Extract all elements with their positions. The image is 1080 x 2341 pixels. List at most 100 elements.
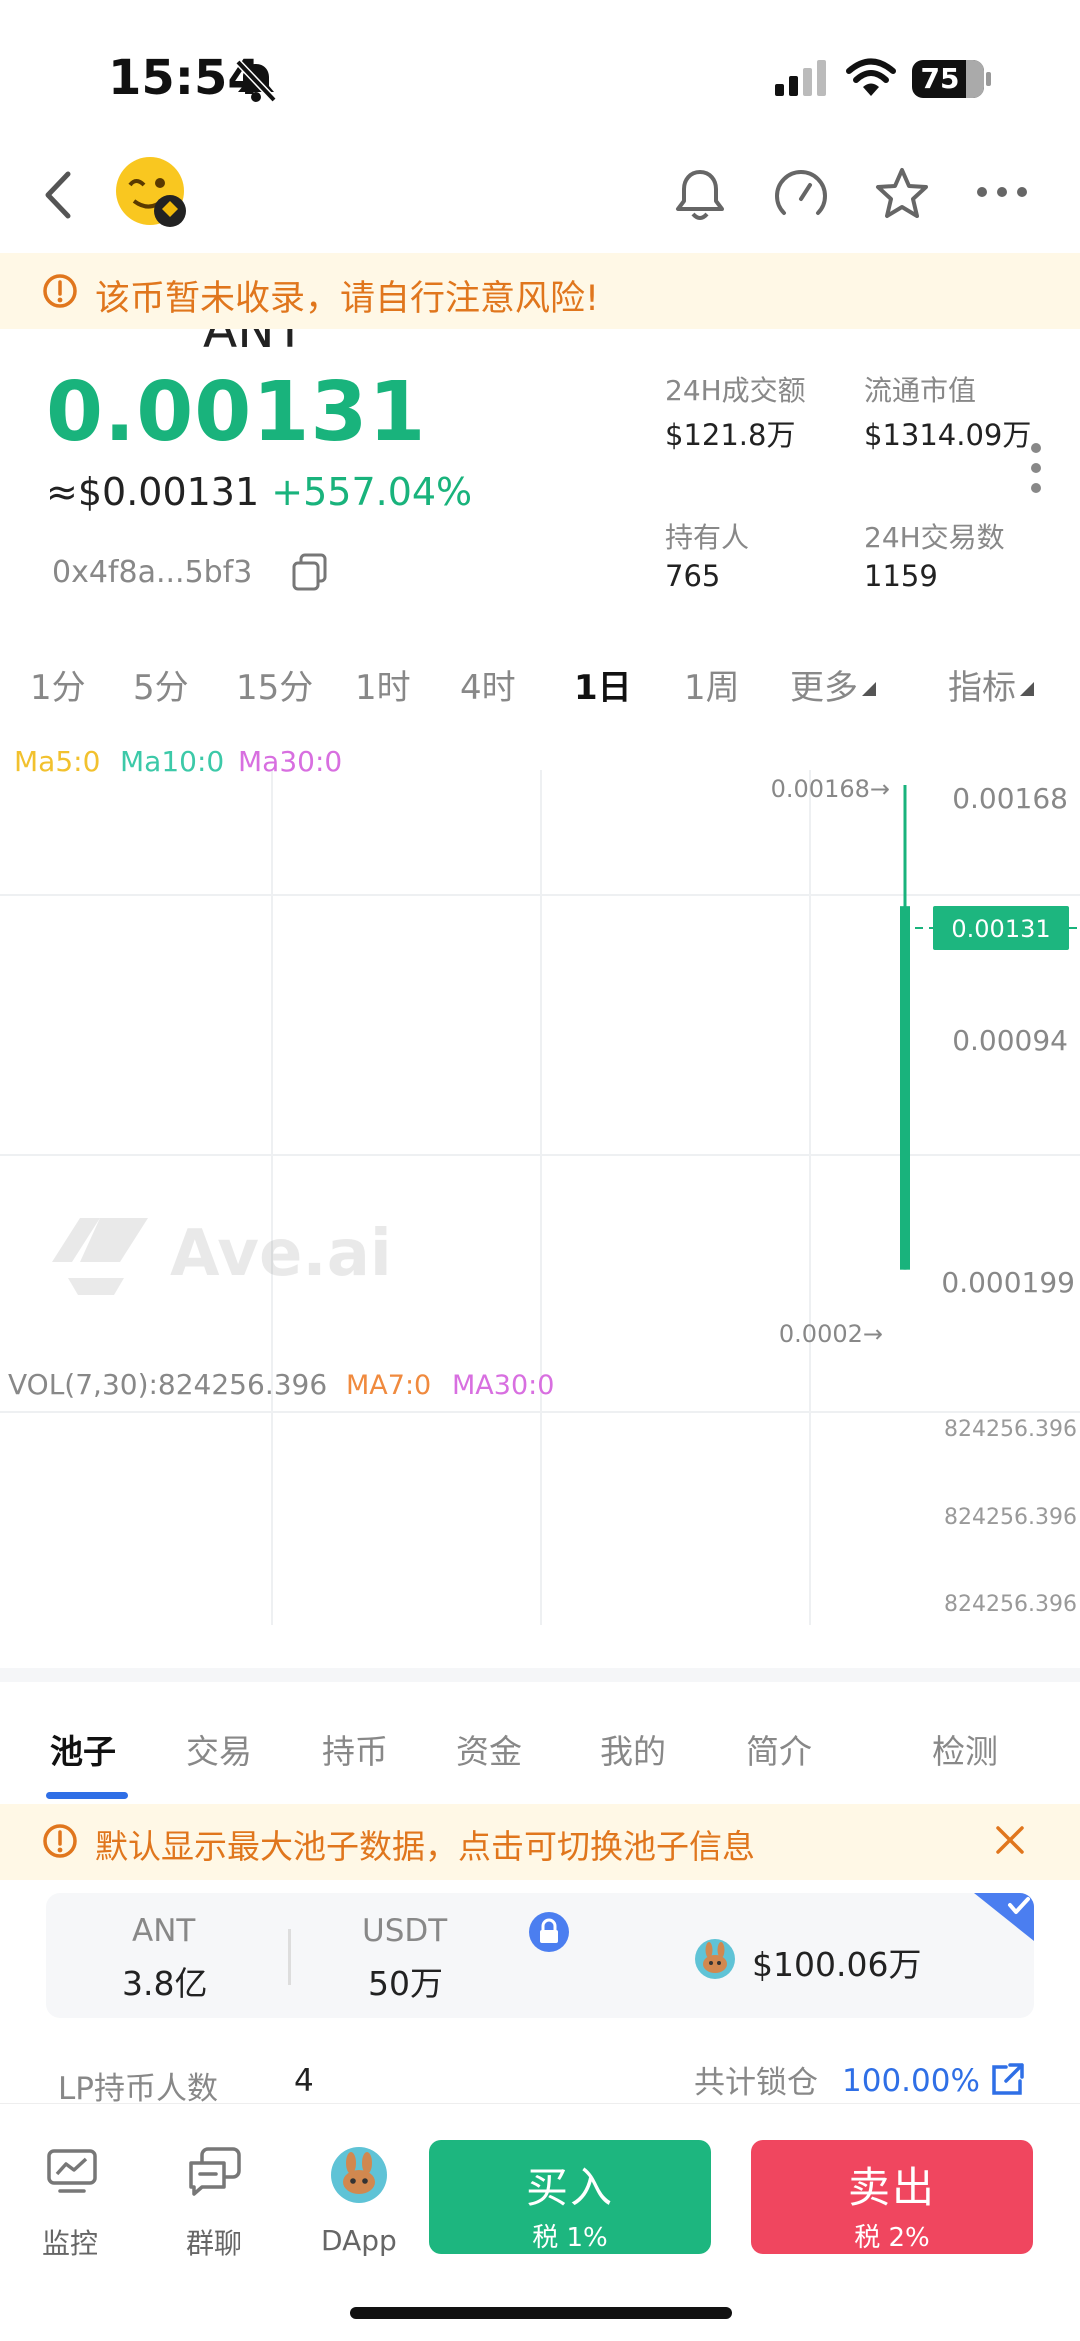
- tab-check[interactable]: 检测: [932, 1725, 998, 1773]
- volume-axis-label: 824256.396: [944, 1417, 1077, 1442]
- timeframe-1w[interactable]: 1周: [684, 660, 740, 709]
- pool-token-a: ANT: [132, 1913, 196, 1949]
- timeframe-4h[interactable]: 4时: [460, 660, 516, 709]
- stat-value-volume: $121.8万: [665, 418, 796, 452]
- speedometer-icon[interactable]: [772, 167, 830, 225]
- candle-group: [900, 785, 910, 1270]
- timeframe-1h[interactable]: 1时: [355, 660, 411, 709]
- timeframe-5m[interactable]: 5分: [133, 660, 189, 709]
- back-icon[interactable]: [40, 170, 76, 220]
- tab-pool[interactable]: 池子: [50, 1725, 116, 1773]
- ma10-legend: Ma10:0: [120, 745, 225, 778]
- external-link-icon[interactable]: [988, 2061, 1026, 2099]
- current-price: 0.00131: [46, 365, 427, 460]
- watermark: Ave.ai: [52, 1217, 392, 1295]
- buy-label: 买入: [525, 2163, 614, 2212]
- tab-mine[interactable]: 我的: [600, 1725, 666, 1773]
- pool-notice-text: 默认显示最大池子数据，点击可切换池子信息: [95, 1827, 755, 1866]
- sell-label: 卖出: [847, 2163, 936, 2212]
- indicators-dropdown-icon: [1020, 682, 1034, 696]
- chat-icon[interactable]: [188, 2146, 242, 2196]
- high-marker: 0.00168→: [771, 775, 890, 803]
- status-bar: 15:54 75: [0, 0, 1080, 140]
- buy-button[interactable]: 买入 税 1%: [429, 2140, 711, 2254]
- more-icon[interactable]: [976, 184, 1028, 200]
- stat-label-volume: 24H成交额: [665, 374, 806, 407]
- indicators-button[interactable]: 指标: [948, 660, 1016, 709]
- dapp-icon[interactable]: [330, 2146, 388, 2204]
- sell-button[interactable]: 卖出 税 2%: [751, 2140, 1033, 2254]
- token-logo-icon: [116, 157, 186, 227]
- battery-tip: [986, 72, 991, 86]
- pool-token-b: USDT: [362, 1913, 448, 1949]
- lp-holders-label: LP持币人数: [58, 2071, 218, 2107]
- star-icon[interactable]: [872, 164, 932, 224]
- selected-check-icon: [974, 1893, 1034, 1941]
- low-marker: 0.0002→: [779, 1320, 883, 1348]
- usd-price-row: ≈$0.00131 +557.04%: [46, 470, 472, 514]
- warning-icon: [43, 274, 77, 308]
- candle-body: [900, 906, 910, 1270]
- y-axis-label: 0.00094: [952, 1024, 1068, 1057]
- sell-tax: 税 2%: [854, 2223, 930, 2253]
- alert-bell-icon[interactable]: [674, 166, 726, 222]
- volume-axis-label: 824256.396: [944, 1592, 1077, 1617]
- nav-dapp-label[interactable]: DApp: [321, 2224, 397, 2257]
- copy-icon[interactable]: [290, 552, 330, 592]
- signal-icon: [775, 60, 826, 96]
- monitor-icon[interactable]: [46, 2148, 98, 2194]
- y-axis-label: 0.000199: [941, 1266, 1075, 1299]
- lock-total-label: 共计锁仓: [694, 2065, 818, 2101]
- timeframe-1m[interactable]: 1分: [30, 660, 86, 709]
- pool-liquidity: $100.06万: [752, 1945, 922, 1984]
- timeframe-1d[interactable]: 1日: [574, 660, 632, 709]
- home-indicator[interactable]: [350, 2307, 732, 2319]
- current-price-tag-text: 0.00131: [951, 915, 1050, 943]
- buy-tax: 税 1%: [532, 2223, 608, 2253]
- lp-holders-count: 4: [294, 2063, 314, 2099]
- section-divider: [0, 1668, 1080, 1682]
- wifi-icon: [846, 58, 896, 96]
- stats-more-icon[interactable]: [1028, 442, 1044, 494]
- nav-monitor-label[interactable]: 监控: [42, 2222, 98, 2262]
- pool-amount-a: 3.8亿: [122, 1964, 208, 2003]
- pool-card[interactable]: ANT 3.8亿 USDT 50万 $100.06万: [46, 1893, 1034, 2018]
- info-icon: [43, 1824, 77, 1858]
- timeframe-more[interactable]: 更多: [790, 660, 858, 709]
- volume-ma7: MA7:0: [346, 1370, 431, 1401]
- close-icon[interactable]: [995, 1825, 1025, 1855]
- ma30-legend: Ma30:0: [238, 745, 343, 778]
- stat-label-market-cap: 流通市值: [864, 374, 977, 407]
- lock-total-value[interactable]: 100.00%: [842, 2063, 980, 2099]
- more-dropdown-icon: [862, 682, 876, 696]
- usd-price: ≈$0.00131: [46, 470, 260, 514]
- watermark-text: Ave.ai: [170, 1217, 392, 1291]
- volume-title: VOL(7,30):824256.396: [8, 1368, 327, 1401]
- stat-label-tx-count: 24H交易数: [864, 521, 1005, 554]
- pancakeswap-icon: [695, 1939, 735, 1979]
- volume-axis-label: 824256.396: [944, 1505, 1077, 1530]
- pool-amount-b: 50万: [368, 1964, 443, 2003]
- ma5-legend: Ma5:0: [14, 745, 101, 778]
- pool-divider: [288, 1929, 291, 1985]
- risk-warning-text: 该币暂未收录，请自行注意风险!: [95, 279, 600, 319]
- nav-chat-label[interactable]: 群聊: [186, 2222, 242, 2262]
- tab-holders[interactable]: 持币: [322, 1725, 388, 1773]
- stat-value-tx-count: 1159: [864, 559, 938, 593]
- tab-funds[interactable]: 资金: [456, 1725, 522, 1773]
- token-header: ANT: [0, 140, 1080, 359]
- volume-ma30: MA30:0: [452, 1370, 554, 1401]
- stat-value-market-cap: $1314.09万: [864, 418, 1032, 452]
- stat-value-holders: 765: [665, 559, 721, 593]
- tab-intro[interactable]: 简介: [746, 1725, 812, 1773]
- price-change: +557.04%: [271, 470, 473, 514]
- battery-level: 75: [920, 62, 960, 95]
- timeframe-15m[interactable]: 15分: [236, 660, 313, 709]
- battery-icon: 75: [912, 60, 984, 98]
- tab-trades[interactable]: 交易: [186, 1725, 252, 1773]
- stat-label-holders: 持有人: [665, 521, 750, 554]
- contract-address: 0x4f8a...5bf3: [52, 555, 253, 590]
- y-axis-label: 0.00168: [952, 782, 1068, 815]
- price-chart[interactable]: Ave.ai 0.00131 0.00168 0.00094 0.000199 …: [0, 730, 1080, 1630]
- mute-bell-icon: [235, 59, 277, 103]
